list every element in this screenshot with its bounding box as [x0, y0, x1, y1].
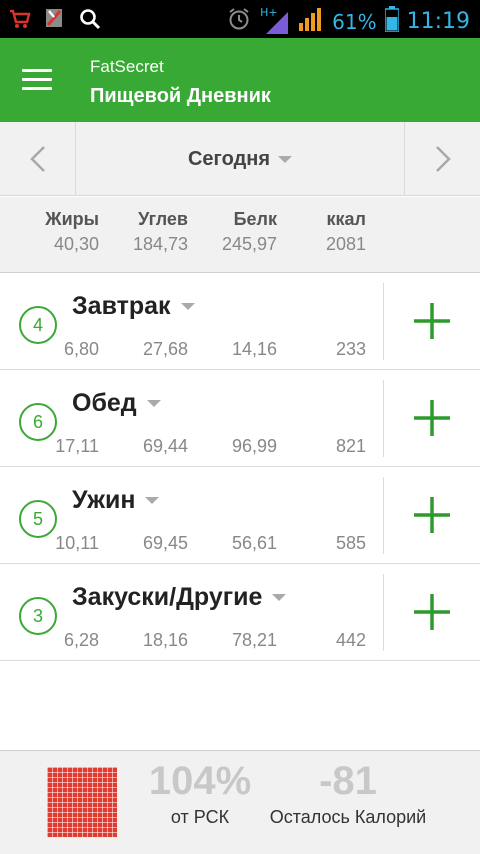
chevron-down-icon — [272, 594, 287, 601]
meal-kcal: 233 — [335, 339, 366, 359]
meal-name-label: Ужин — [72, 486, 136, 514]
page-title: Пищевой Дневник — [90, 85, 271, 107]
rdi-label: от РСК — [170, 807, 230, 827]
status-icons-right: H+ 61% 11:19 — [226, 5, 470, 38]
add-food-button[interactable] — [384, 564, 480, 660]
meal-fat: 10,11 — [55, 533, 99, 553]
rdi-grid-icon — [47, 767, 117, 837]
meal-protein: 78,21 — [231, 630, 277, 650]
plus-icon — [414, 594, 450, 630]
battery-percent: 61% — [332, 9, 377, 34]
meal-carbs: 27,68 — [142, 339, 188, 359]
meal-carbs: 69,45 — [142, 533, 188, 553]
meal-carbs: 69,44 — [142, 436, 188, 456]
meal-row-snacks[interactable]: 3 Закуски/Другие 6,28 18,16 78,21 442 — [0, 564, 480, 661]
calorie-footer[interactable]: 104% от РСК -81 Осталось Калорий — [0, 750, 480, 854]
meal-name-label: Завтрак — [72, 292, 171, 320]
meal-fat: 6,28 — [63, 630, 99, 650]
chevron-down-icon — [278, 155, 293, 163]
summary-label: Белк — [233, 209, 277, 229]
meal-name[interactable]: Закуски/Другие — [72, 583, 287, 612]
meal-protein: 14,16 — [231, 339, 277, 359]
menu-icon[interactable] — [22, 69, 52, 91]
plus-icon — [414, 303, 450, 339]
meal-name[interactable]: Обед — [72, 389, 161, 418]
summary-protein: Белк 245,97 — [197, 209, 277, 255]
meal-protein: 56,61 — [231, 533, 277, 553]
meal-name[interactable]: Завтрак — [72, 292, 195, 321]
meal-row-dinner[interactable]: 5 Ужин 10,11 69,45 56,61 585 — [0, 467, 480, 564]
date-navigator: Сегодня — [0, 122, 480, 196]
meal-kcal: 442 — [335, 630, 366, 650]
summary-label: Углев — [138, 209, 188, 229]
chevron-left-icon — [29, 146, 45, 172]
chevron-down-icon — [180, 303, 195, 310]
remaining-calories: -81 — [319, 759, 377, 803]
meal-name[interactable]: Ужин — [72, 486, 160, 515]
summary-fat: Жиры 40,30 — [19, 209, 99, 255]
remaining-label: Осталось Калорий — [269, 807, 427, 827]
summary-value: 245,97 — [221, 234, 277, 254]
date-selector[interactable]: Сегодня — [76, 122, 404, 196]
date-label: Сегодня — [187, 147, 271, 170]
meal-name-label: Обед — [72, 389, 137, 417]
chevron-down-icon — [146, 400, 161, 407]
summary-value: 184,73 — [132, 234, 188, 254]
app-name: FatSecret — [90, 57, 164, 76]
add-food-button[interactable] — [384, 273, 480, 369]
daily-summary: Жиры 40,30 Углев 184,73 Белк 245,97 ккал… — [0, 197, 480, 273]
summary-carbs: Углев 184,73 — [108, 209, 188, 255]
plus-icon — [414, 497, 450, 533]
summary-label: Жиры — [45, 209, 99, 229]
meal-carbs: 18,16 — [142, 630, 188, 650]
status-icons-left — [8, 7, 102, 36]
clock: 11:19 — [406, 9, 470, 34]
flag-icon — [44, 7, 66, 36]
plus-icon — [414, 400, 450, 436]
next-day-button[interactable] — [404, 122, 480, 196]
meal-name-label: Закуски/Другие — [72, 583, 263, 611]
search-icon — [78, 7, 102, 36]
status-bar: H+ 61% 11:19 — [0, 0, 480, 38]
app-bar: FatSecret Пищевой Дневник — [0, 38, 480, 122]
meal-fat: 6,80 — [63, 339, 99, 359]
meal-row-breakfast[interactable]: 4 Завтрак 6,80 27,68 14,16 233 — [0, 273, 480, 370]
summary-label: ккал — [326, 209, 366, 229]
chevron-right-icon — [435, 146, 451, 172]
cart-icon — [8, 7, 32, 36]
add-food-button[interactable] — [384, 370, 480, 466]
signal-icon — [298, 5, 324, 38]
meal-kcal: 585 — [335, 533, 366, 553]
alarm-icon — [226, 6, 252, 37]
chevron-down-icon — [145, 497, 160, 504]
add-food-button[interactable] — [384, 467, 480, 563]
rdi-percent: 104% — [148, 759, 252, 803]
battery-icon — [383, 6, 400, 37]
meal-row-lunch[interactable]: 6 Обед 17,11 69,44 96,99 821 — [0, 370, 480, 467]
summary-kcal: ккал 2081 — [286, 209, 366, 255]
summary-value: 40,30 — [53, 234, 99, 254]
summary-value: 2081 — [325, 234, 366, 254]
meal-protein: 96,99 — [231, 436, 277, 456]
meal-fat: 17,11 — [55, 436, 99, 456]
previous-day-button[interactable] — [0, 122, 76, 196]
meal-kcal: 821 — [335, 436, 366, 456]
signal-icon: H+ — [260, 6, 290, 36]
